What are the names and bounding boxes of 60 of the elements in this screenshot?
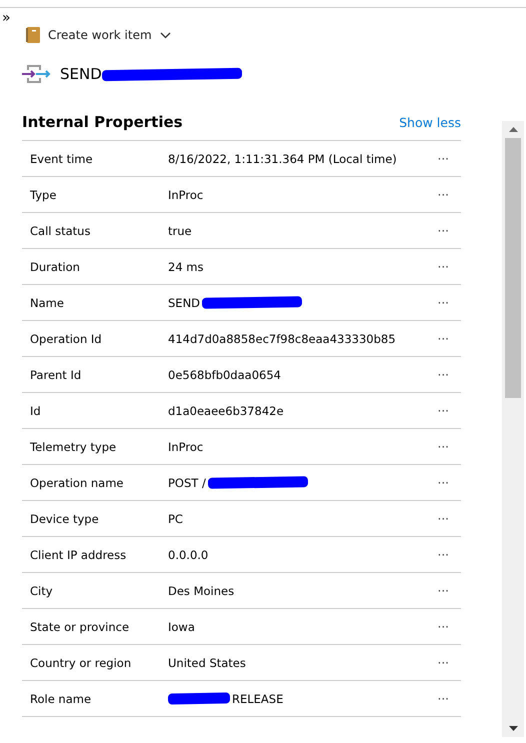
scrollbar[interactable] bbox=[502, 121, 524, 737]
more-options-button[interactable]: ··· bbox=[434, 332, 461, 346]
property-value: 24 ms bbox=[168, 260, 204, 274]
more-options-button[interactable]: ··· bbox=[434, 368, 461, 382]
more-options-button[interactable]: ··· bbox=[434, 260, 461, 274]
property-value: 0e568bfb0daa0654 bbox=[168, 368, 281, 382]
show-less-link[interactable]: Show less bbox=[399, 115, 461, 130]
notebook-icon bbox=[26, 27, 40, 43]
scroll-up-icon[interactable] bbox=[508, 127, 518, 132]
property-label: Role name bbox=[29, 692, 92, 706]
property-value: InProc bbox=[168, 440, 204, 454]
more-options-button[interactable]: ··· bbox=[434, 188, 461, 202]
property-label: Client IP address bbox=[29, 548, 128, 562]
expand-icon[interactable]: » bbox=[0, 11, 502, 25]
property-label: Operation name bbox=[29, 476, 124, 490]
property-value: POST / bbox=[168, 476, 206, 490]
more-options-button[interactable]: ··· bbox=[434, 296, 461, 310]
property-label: Device type bbox=[29, 512, 100, 526]
property-value: 414d7d0a8858ec7f98c8eaa433330b85 bbox=[168, 332, 396, 346]
property-label: Name bbox=[29, 296, 65, 310]
property-value: SEND bbox=[168, 296, 200, 310]
more-options-button[interactable]: ··· bbox=[434, 548, 461, 562]
more-options-button[interactable]: ··· bbox=[434, 584, 461, 598]
property-label: Parent Id bbox=[29, 368, 82, 382]
property-label: State or province bbox=[29, 620, 130, 634]
section-title: Internal Properties bbox=[22, 113, 183, 131]
more-options-button[interactable]: ··· bbox=[434, 476, 461, 490]
property-value: true bbox=[168, 224, 192, 238]
item-title: SEND bbox=[60, 65, 102, 83]
scrollbar-thumb[interactable] bbox=[505, 138, 521, 398]
more-options-button[interactable]: ··· bbox=[434, 512, 461, 526]
property-label: Type bbox=[29, 188, 58, 202]
more-options-button[interactable]: ··· bbox=[434, 152, 461, 166]
scroll-down-icon[interactable] bbox=[508, 726, 518, 731]
property-value: 0.0.0.0 bbox=[168, 548, 208, 562]
property-value: 8/16/2022, 1:11:31.364 PM (Local time) bbox=[168, 152, 397, 166]
more-options-button[interactable]: ··· bbox=[434, 656, 461, 670]
property-label: Telemetry type bbox=[29, 440, 118, 454]
property-value: Des Moines bbox=[168, 584, 234, 598]
property-value: Iowa bbox=[168, 620, 195, 634]
property-label: Id bbox=[29, 404, 42, 418]
more-options-button[interactable]: ··· bbox=[434, 440, 461, 454]
create-work-item-button[interactable]: Create work item bbox=[24, 25, 173, 45]
property-value: InProc bbox=[168, 188, 204, 202]
property-value: RELEASE bbox=[232, 692, 284, 706]
more-options-button[interactable]: ··· bbox=[434, 692, 461, 706]
property-label: Event time bbox=[29, 152, 94, 166]
send-icon bbox=[22, 63, 52, 85]
property-label: Operation Id bbox=[29, 332, 103, 346]
property-label: Duration bbox=[29, 260, 81, 274]
property-label: City bbox=[29, 584, 54, 598]
chevron-down-icon bbox=[160, 32, 171, 38]
more-options-button[interactable]: ··· bbox=[434, 224, 461, 238]
more-options-button[interactable]: ··· bbox=[434, 620, 461, 634]
more-options-button[interactable]: ··· bbox=[434, 404, 461, 418]
property-label: Country or region bbox=[29, 656, 132, 670]
property-label: Call status bbox=[29, 224, 92, 238]
property-value: United States bbox=[168, 656, 246, 670]
property-value: d1a0eaee6b37842e bbox=[168, 404, 284, 418]
property-value: PC bbox=[168, 512, 183, 526]
